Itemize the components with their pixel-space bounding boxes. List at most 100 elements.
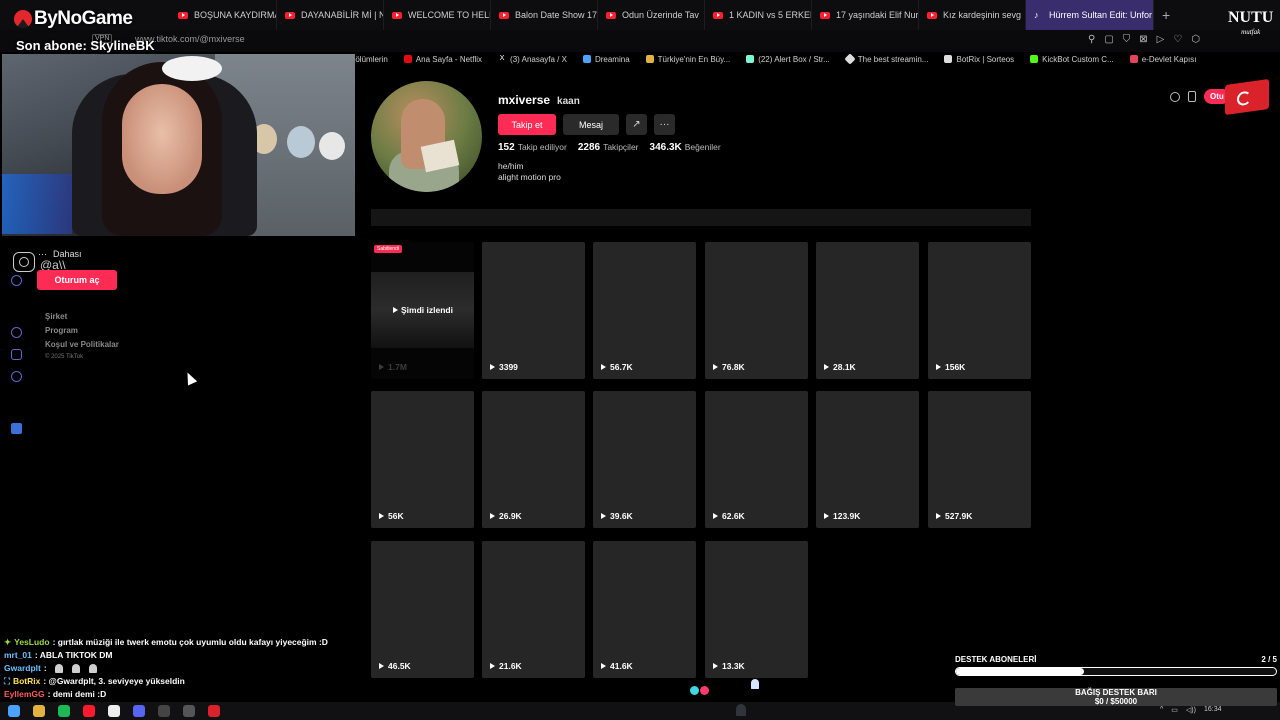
video-card[interactable]: 156K <box>928 242 1031 379</box>
video-card-pinned[interactable]: Sabitlendi Şimdi izlendi 1.7M <box>371 242 474 379</box>
youtube-icon <box>392 11 402 19</box>
browser-tab[interactable]: 17 yaşındaki Elif Nur <box>812 0 919 30</box>
discord-icon[interactable] <box>133 705 145 717</box>
bookmarks-bar: Bölümlerin Ana Sayfa - Netflix X (3) Anas… <box>350 52 1196 66</box>
app-red-icon[interactable] <box>208 705 220 717</box>
volume-icon[interactable]: ◁)) <box>1186 706 1196 714</box>
following-stat[interactable]: 152 Takip ediliyor <box>498 142 567 153</box>
view-count: 56K <box>379 511 404 521</box>
video-card[interactable]: 28.1K <box>816 242 919 379</box>
diamond-icon <box>844 53 856 65</box>
video-card[interactable]: 123.9K <box>816 391 919 528</box>
streamlabs-icon <box>746 55 755 63</box>
video-card[interactable]: 13.3K <box>705 541 808 678</box>
message-button[interactable]: Mesaj <box>563 114 619 135</box>
app-icon[interactable] <box>11 423 22 434</box>
login-button[interactable]: Oturum aç <box>37 270 117 290</box>
view-count: 26.9K <box>490 511 522 521</box>
chevron-up-icon[interactable]: ^ <box>1160 706 1163 714</box>
video-card[interactable]: 46.5K <box>371 541 474 678</box>
settings-icon[interactable] <box>11 371 22 382</box>
video-card[interactable]: 41.6K <box>593 541 696 678</box>
browser-tab[interactable]: DAYANABİLİR Mİ | N <box>277 0 384 30</box>
device-icon[interactable] <box>1188 91 1196 102</box>
kick-icon <box>1030 55 1039 63</box>
video-card[interactable]: 56K <box>371 391 474 528</box>
bookmark-item[interactable]: The best streamin... <box>844 52 928 66</box>
bookmark-item[interactable]: Bölümlerin <box>350 52 388 66</box>
new-tab-button[interactable]: + <box>1154 7 1178 23</box>
pin-icon[interactable]: ⚲ <box>1088 34 1095 45</box>
youtube-icon <box>820 11 830 19</box>
chrome-icon[interactable] <box>108 705 120 717</box>
extension-icon[interactable]: ⊠ <box>1139 34 1147 45</box>
video-card[interactable]: 21.6K <box>482 541 585 678</box>
compass-icon[interactable] <box>1170 91 1180 102</box>
browser-tab[interactable]: Balon Date Show 17 <box>491 0 598 30</box>
ghost-emote-icon <box>751 679 759 689</box>
windows-icon[interactable] <box>8 705 20 717</box>
screenshot-icon[interactable]: ▢ <box>1104 34 1113 45</box>
footer-link-program[interactable]: Program <box>45 326 119 335</box>
network-icon[interactable]: ▭ <box>1171 706 1178 714</box>
video-card[interactable]: 62.6K <box>705 391 808 528</box>
shield-icon[interactable]: ⛉ <box>1123 34 1131 45</box>
follow-button[interactable]: Takip et <box>498 114 556 135</box>
obs-icon[interactable] <box>158 705 170 717</box>
profile-stats: 152 Takip ediliyor 2286 Takipçiler 346.3K B… <box>498 142 721 153</box>
bookmark-item[interactable]: X (3) Anasayfa / X <box>498 52 567 66</box>
bookmark-item[interactable]: BotRix | Sorteos <box>944 52 1014 66</box>
sub-goal-fill <box>956 668 1084 675</box>
file-explorer-icon[interactable] <box>33 705 45 717</box>
browser-tab[interactable]: Kız kardeşinin sevg <box>919 0 1026 30</box>
video-card[interactable]: 39.6K <box>593 391 696 528</box>
browser-tab-active[interactable]: ♪ Hürrem Sultan Edit: Unfor <box>1026 0 1154 30</box>
ghost-emote-icon <box>89 664 98 673</box>
followers-stat[interactable]: 2286 Takipçiler <box>578 142 639 153</box>
logo-icon <box>14 10 32 28</box>
browser-tab[interactable]: Odun Üzerinde Tav <box>598 0 705 30</box>
stream-logo: ByNoGame <box>14 8 133 30</box>
view-count: 46.5K <box>379 661 411 671</box>
video-card[interactable]: 3399 <box>482 242 585 379</box>
taskbar-apps <box>8 705 220 717</box>
explore-icon[interactable] <box>11 275 22 286</box>
bookmark-item[interactable]: (22) Alert Box / Str... <box>746 52 830 66</box>
bookmark-item[interactable]: KickBot Custom C... <box>1030 52 1114 66</box>
cube-icon[interactable]: ⬡ <box>1191 34 1200 45</box>
clock-icon[interactable] <box>11 327 22 338</box>
steam-icon[interactable] <box>183 705 195 717</box>
x-icon: X <box>499 55 505 62</box>
video-card[interactable]: 527.9K <box>928 391 1031 528</box>
more-options-icon[interactable]: ··· <box>654 114 675 135</box>
browser-tab[interactable]: BOŞUNA KAYDIRMA <box>170 0 277 30</box>
opera-icon[interactable] <box>83 705 95 717</box>
bookmark-item[interactable]: Ana Sayfa - Netflix <box>403 52 482 66</box>
tiktok-icon: ♪ <box>1034 9 1039 20</box>
heart-icon[interactable]: ♡ <box>1173 34 1182 45</box>
sub-goal-count: 2 / 5 <box>1261 655 1277 664</box>
bookmark-item[interactable]: Dreamina <box>582 52 630 66</box>
bookmark-item[interactable]: Türkiye'nin En Büy... <box>645 52 730 66</box>
bookmark-item[interactable]: e-Devlet Kapısı <box>1129 52 1196 66</box>
profile-username: mxiverse kaan <box>498 93 580 107</box>
instagram-icon[interactable] <box>13 252 35 272</box>
view-count: 1.7M <box>379 362 407 372</box>
share-icon[interactable]: ↗ <box>626 114 647 135</box>
donation-bar: BAĞIŞ DESTEK BARI $0 / $50000 <box>955 688 1277 706</box>
messages-icon[interactable] <box>11 349 22 360</box>
spotify-icon[interactable] <box>58 705 70 717</box>
browser-tab[interactable]: 1 KADIN vs 5 ERKEK <box>705 0 812 30</box>
video-card[interactable]: 76.8K <box>705 242 808 379</box>
browser-tab[interactable]: WELCOME TO HELL <box>384 0 491 30</box>
view-count: 76.8K <box>713 362 745 372</box>
youtube-icon <box>499 11 509 19</box>
video-card[interactable]: 56.7K <box>593 242 696 379</box>
youtube-icon <box>285 11 295 19</box>
footer-link-company[interactable]: Şirket <box>45 312 119 321</box>
footer-link-terms[interactable]: Koşul ve Politikalar <box>45 340 119 349</box>
video-card[interactable]: 26.9K <box>482 391 585 528</box>
clock[interactable]: 16:34 <box>1204 706 1222 714</box>
profile-avatar[interactable] <box>371 81 482 192</box>
play-icon[interactable]: ▷ <box>1157 34 1165 45</box>
